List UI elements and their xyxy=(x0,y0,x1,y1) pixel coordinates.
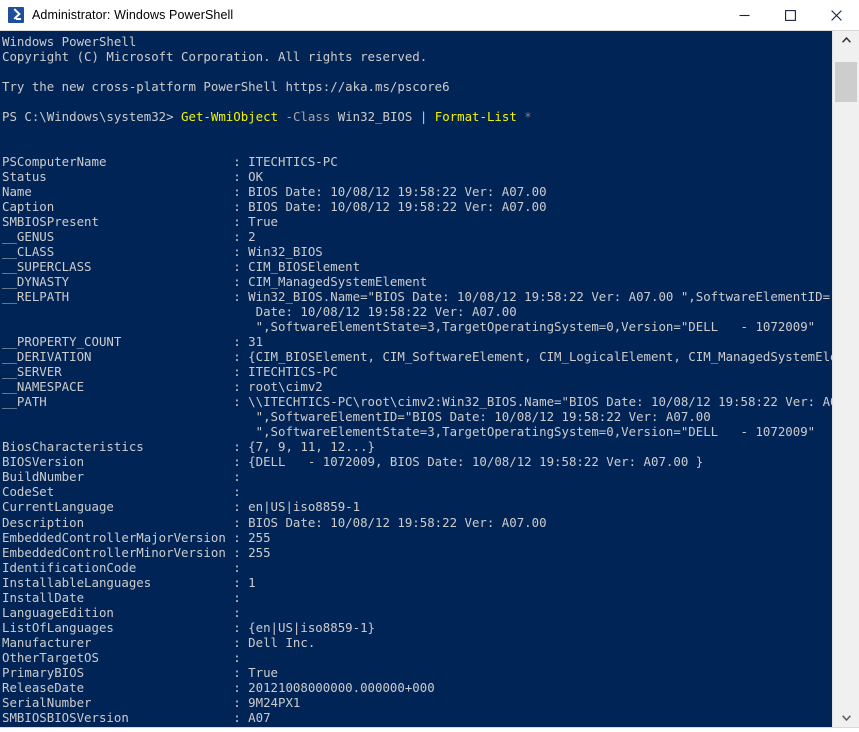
maximize-button[interactable] xyxy=(767,0,813,30)
powershell-icon xyxy=(8,7,24,23)
scrollbar-thumb[interactable] xyxy=(835,62,857,102)
powershell-window: Administrator: Windows PowerShell xyxy=(0,0,859,732)
minimize-button[interactable] xyxy=(721,0,767,30)
console-text: Windows PowerShell Copyright (C) Microso… xyxy=(2,34,832,727)
scroll-down-button[interactable] xyxy=(833,709,859,727)
close-icon xyxy=(831,10,842,21)
window-controls xyxy=(721,0,859,30)
maximize-icon xyxy=(785,10,796,21)
scrollbar-track[interactable] xyxy=(833,49,859,709)
title-bar[interactable]: Administrator: Windows PowerShell xyxy=(0,0,859,30)
scroll-up-button[interactable] xyxy=(833,31,859,49)
close-button[interactable] xyxy=(813,0,859,30)
console-output[interactable]: Windows PowerShell Copyright (C) Microso… xyxy=(0,31,832,727)
chevron-up-icon xyxy=(842,37,851,43)
chevron-down-icon xyxy=(842,715,851,721)
console-area: Windows PowerShell Copyright (C) Microso… xyxy=(0,30,859,727)
vertical-scrollbar[interactable] xyxy=(832,31,859,727)
minimize-icon xyxy=(739,10,750,21)
window-bottom-edge xyxy=(0,727,859,732)
window-title: Administrator: Windows PowerShell xyxy=(32,8,233,22)
